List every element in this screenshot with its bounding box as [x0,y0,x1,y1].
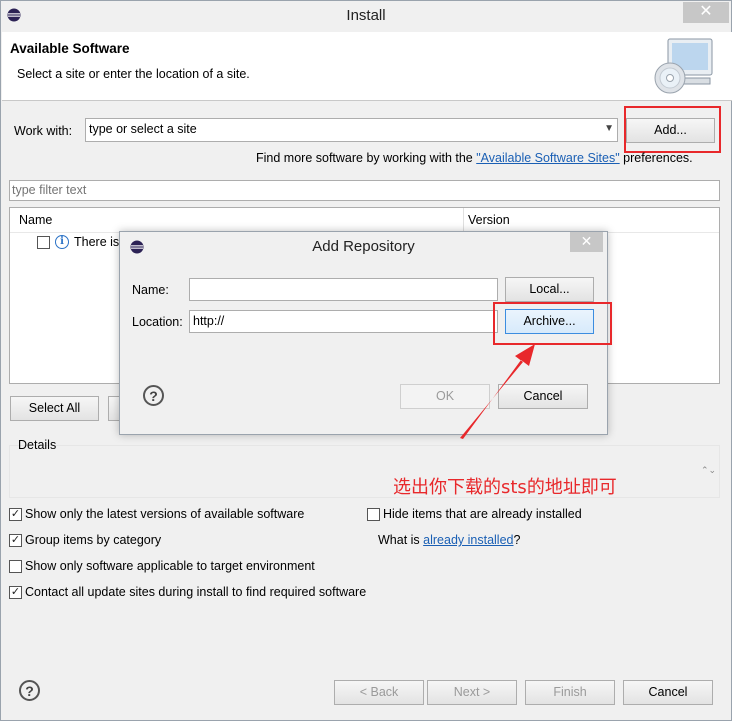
column-header-name[interactable]: Name [19,213,52,227]
cancel-button[interactable]: Cancel [623,680,713,705]
banner-description: Select a site or enter the location of a… [17,67,250,81]
annotation-text: 选出你下载的sts的地址即可 [393,477,617,498]
chevron-down-icon[interactable]: ▼ [604,123,614,134]
option-contact-update-sites[interactable]: ✓ Contact all update sites during instal… [9,585,366,599]
banner-title: Available Software [10,41,130,56]
table-row-text: There is [74,235,120,249]
local-button[interactable]: Local... [505,277,594,302]
scroll-arrows-icon[interactable]: ⌃⌄ [701,466,716,475]
help-icon[interactable]: ? [19,680,40,701]
work-with-combo[interactable]: ▼ [85,118,618,142]
close-icon: ✕ [699,3,713,20]
name-field[interactable] [189,278,498,301]
already-installed-link[interactable]: already installed [423,533,513,547]
column-separator[interactable] [463,208,464,232]
option-hide-installed[interactable]: Hide items that are already installed [367,507,582,521]
what-is-prefix: What is [378,533,424,547]
checkbox-unchecked[interactable] [367,507,380,521]
help-icon[interactable]: ? [143,385,164,406]
work-with-label: Work with: [14,124,73,138]
option-label: Contact all update sites during install … [25,585,367,599]
select-all-button[interactable]: Select All [10,396,99,421]
option-group-by-category[interactable]: ✓ Group items by category [9,533,161,547]
name-input[interactable] [193,282,493,296]
info-icon: i [55,235,69,249]
find-more-suffix: preferences. [619,151,693,165]
next-button[interactable]: Next > [427,680,517,705]
location-label: Location: [132,315,183,329]
filter-input[interactable] [12,183,712,197]
find-more-prefix: Find more software by working with the [256,151,477,165]
location-field[interactable] [189,310,498,333]
back-button[interactable]: < Back [334,680,424,705]
checkbox-unchecked[interactable] [9,559,22,573]
header-banner: Available Software Select a site or ente… [2,32,732,101]
what-is-installed-text: What is already installed? [378,533,520,547]
option-label: Show only the latest versions of availab… [25,507,305,521]
work-with-input[interactable] [89,122,589,136]
option-label: Show only software applicable to target … [25,559,315,573]
find-more-text: Find more software by working with the "… [256,151,693,165]
add-button-highlight [624,106,721,153]
row-checkbox[interactable] [37,236,50,249]
archive-button-highlight [493,302,612,345]
location-input[interactable] [193,314,493,328]
finish-button[interactable]: Finish [525,680,615,705]
option-label: Hide items that are already installed [383,507,582,521]
what-is-suffix: ? [513,533,521,547]
dialog-title: Add Repository [312,238,415,255]
option-target-environment[interactable]: Show only software applicable to target … [9,559,315,573]
annotation-arrow [460,344,535,439]
checkbox-checked[interactable]: ✓ [9,533,22,547]
window-title: Install [346,7,386,24]
checkbox-checked[interactable]: ✓ [9,507,22,521]
install-cd-icon [654,38,713,94]
close-icon: ✕ [580,233,593,249]
window-close-button[interactable]: ✕ [683,2,729,23]
details-label: Details [18,438,57,452]
column-header-version[interactable]: Version [468,213,510,227]
dialog-close-button[interactable]: ✕ [570,232,603,252]
available-sites-link[interactable]: "Available Software Sites" [476,151,619,165]
filter-field[interactable] [9,180,720,201]
title-bar: Install ✕ [1,1,731,32]
name-label: Name: [132,283,169,297]
checkbox-checked[interactable]: ✓ [9,585,22,599]
option-latest-versions[interactable]: ✓ Show only the latest versions of avail… [9,507,304,521]
option-label: Group items by category [25,533,162,547]
